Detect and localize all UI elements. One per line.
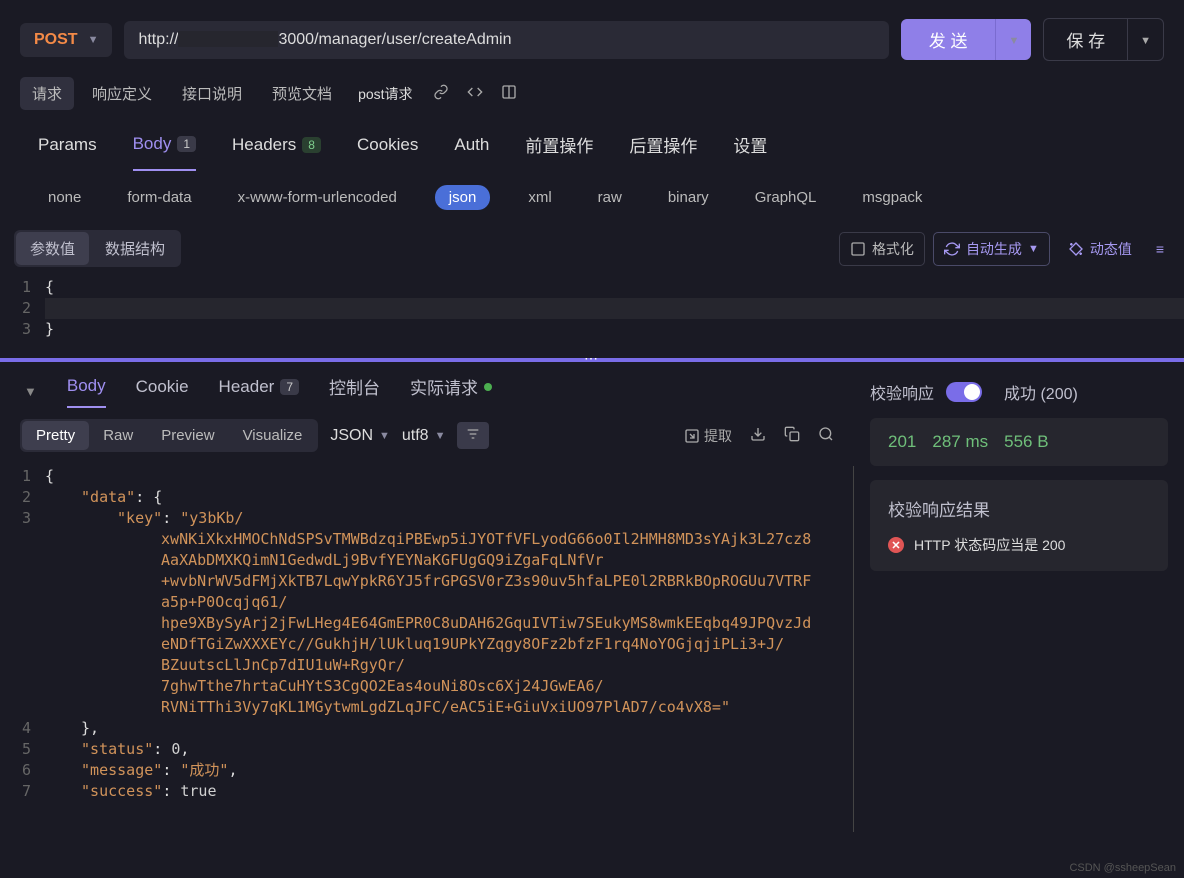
extract-button[interactable]: 提取 xyxy=(684,426,732,446)
tab-pre-request[interactable]: 前置操作 xyxy=(525,132,593,171)
bodytype-xml[interactable]: xml xyxy=(520,185,559,210)
bodytype-formdata[interactable]: form-data xyxy=(119,185,199,210)
url-input[interactable]: http://3000/manager/user/createAdmin xyxy=(124,21,888,59)
view-raw[interactable]: Raw xyxy=(89,421,147,450)
resp-tab-header[interactable]: Header 7 xyxy=(219,377,299,407)
bodytype-binary[interactable]: binary xyxy=(660,185,717,210)
tab-data-structure[interactable]: 数据结构 xyxy=(91,232,179,265)
resize-handle[interactable] xyxy=(0,358,1184,362)
response-gutter: 123 4567 xyxy=(0,466,45,832)
validate-toggle[interactable] xyxy=(946,382,982,402)
subtab-response-def[interactable]: 响应定义 xyxy=(80,77,164,110)
resp-tab-console[interactable]: 控制台 xyxy=(329,374,380,409)
tab-auth[interactable]: Auth xyxy=(454,132,489,171)
result-title: 校验响应结果 xyxy=(888,496,1150,521)
bodytype-raw[interactable]: raw xyxy=(590,185,630,210)
collapse-icon[interactable]: ▼ xyxy=(24,384,37,399)
search-icon[interactable] xyxy=(818,426,834,445)
download-icon[interactable] xyxy=(750,426,766,445)
format-button[interactable]: 格式化 xyxy=(839,232,925,266)
status-code: 201 xyxy=(888,432,916,452)
response-body-viewer[interactable]: 123 4567 { "data": { "key": "y3bKb/ xwNK… xyxy=(0,462,854,832)
body-count-badge: 1 xyxy=(177,136,196,152)
subtab-preview[interactable]: 预览文档 xyxy=(260,77,344,110)
status-card: 201 287 ms 556 B xyxy=(870,418,1168,466)
layout-icon[interactable] xyxy=(495,84,523,103)
resp-tab-cookie[interactable]: Cookie xyxy=(136,377,189,407)
code-icon[interactable] xyxy=(461,84,489,103)
encoding-select[interactable]: utf8▼ xyxy=(402,427,446,445)
header-count-badge: 7 xyxy=(280,379,299,395)
validate-label: 校验响应 xyxy=(870,380,934,404)
tab-post-request[interactable]: 后置操作 xyxy=(629,132,697,171)
format-select[interactable]: JSON▼ xyxy=(330,427,390,445)
expected-status: 成功 (200) xyxy=(1004,380,1078,404)
method-label: POST xyxy=(34,31,78,49)
subtab-api-doc[interactable]: 接口说明 xyxy=(170,77,254,110)
view-preview[interactable]: Preview xyxy=(147,421,228,450)
bodytype-none[interactable]: none xyxy=(40,185,89,210)
resp-tab-body[interactable]: Body xyxy=(67,376,106,408)
tab-headers[interactable]: Headers 8 xyxy=(232,132,321,171)
method-selector[interactable]: POST ▼ xyxy=(20,23,112,57)
magic-icon xyxy=(1068,241,1084,257)
bodytype-json[interactable]: json xyxy=(435,185,491,210)
gutter: 123 xyxy=(0,277,45,340)
resp-tab-actual[interactable]: 实际请求 xyxy=(410,374,492,409)
tab-cookies[interactable]: Cookies xyxy=(357,132,418,171)
chevron-down-icon: ▼ xyxy=(88,34,99,46)
format-icon xyxy=(850,241,866,257)
send-button[interactable]: 发 送 xyxy=(901,19,996,60)
watermark: CSDN @ssheepSean xyxy=(1069,862,1176,874)
view-visualize[interactable]: Visualize xyxy=(229,421,317,450)
save-button[interactable]: 保 存 xyxy=(1043,18,1127,61)
autogen-button[interactable]: 自动生成 ▼ xyxy=(933,232,1050,266)
refresh-icon xyxy=(944,241,960,257)
tab-settings[interactable]: 设置 xyxy=(733,132,767,171)
send-dropdown[interactable]: ▼ xyxy=(995,19,1031,60)
copy-icon[interactable] xyxy=(784,426,800,445)
bodytype-xwww[interactable]: x-www-form-urlencoded xyxy=(230,185,405,210)
result-message: HTTP 状态码应当是 200 xyxy=(914,535,1065,555)
redacted-host xyxy=(178,31,278,47)
response-size: 556 B xyxy=(1004,432,1048,452)
bodytype-graphql[interactable]: GraphQL xyxy=(747,185,825,210)
dynamic-button[interactable]: 动态值 xyxy=(1058,233,1142,265)
headers-count-badge: 8 xyxy=(302,137,321,153)
request-name: post请求 xyxy=(350,84,420,104)
request-body-editor[interactable]: 123 { } xyxy=(0,273,1184,358)
subtab-request[interactable]: 请求 xyxy=(20,77,74,110)
link-icon[interactable] xyxy=(427,84,455,103)
filter-icon[interactable] xyxy=(457,422,489,449)
tab-param-value[interactable]: 参数值 xyxy=(16,232,89,265)
tab-body[interactable]: Body 1 xyxy=(133,132,196,171)
status-dot-icon xyxy=(484,383,492,391)
error-icon: ✕ xyxy=(888,537,904,553)
response-time: 287 ms xyxy=(932,432,988,452)
bodytype-msgpack[interactable]: msgpack xyxy=(854,185,930,210)
view-pretty[interactable]: Pretty xyxy=(22,421,89,450)
validation-result-card: 校验响应结果 ✕ HTTP 状态码应当是 200 xyxy=(870,480,1168,571)
more-icon[interactable]: ≡ xyxy=(1150,241,1170,257)
tab-params[interactable]: Params xyxy=(38,132,97,171)
save-dropdown[interactable]: ▼ xyxy=(1127,18,1164,61)
